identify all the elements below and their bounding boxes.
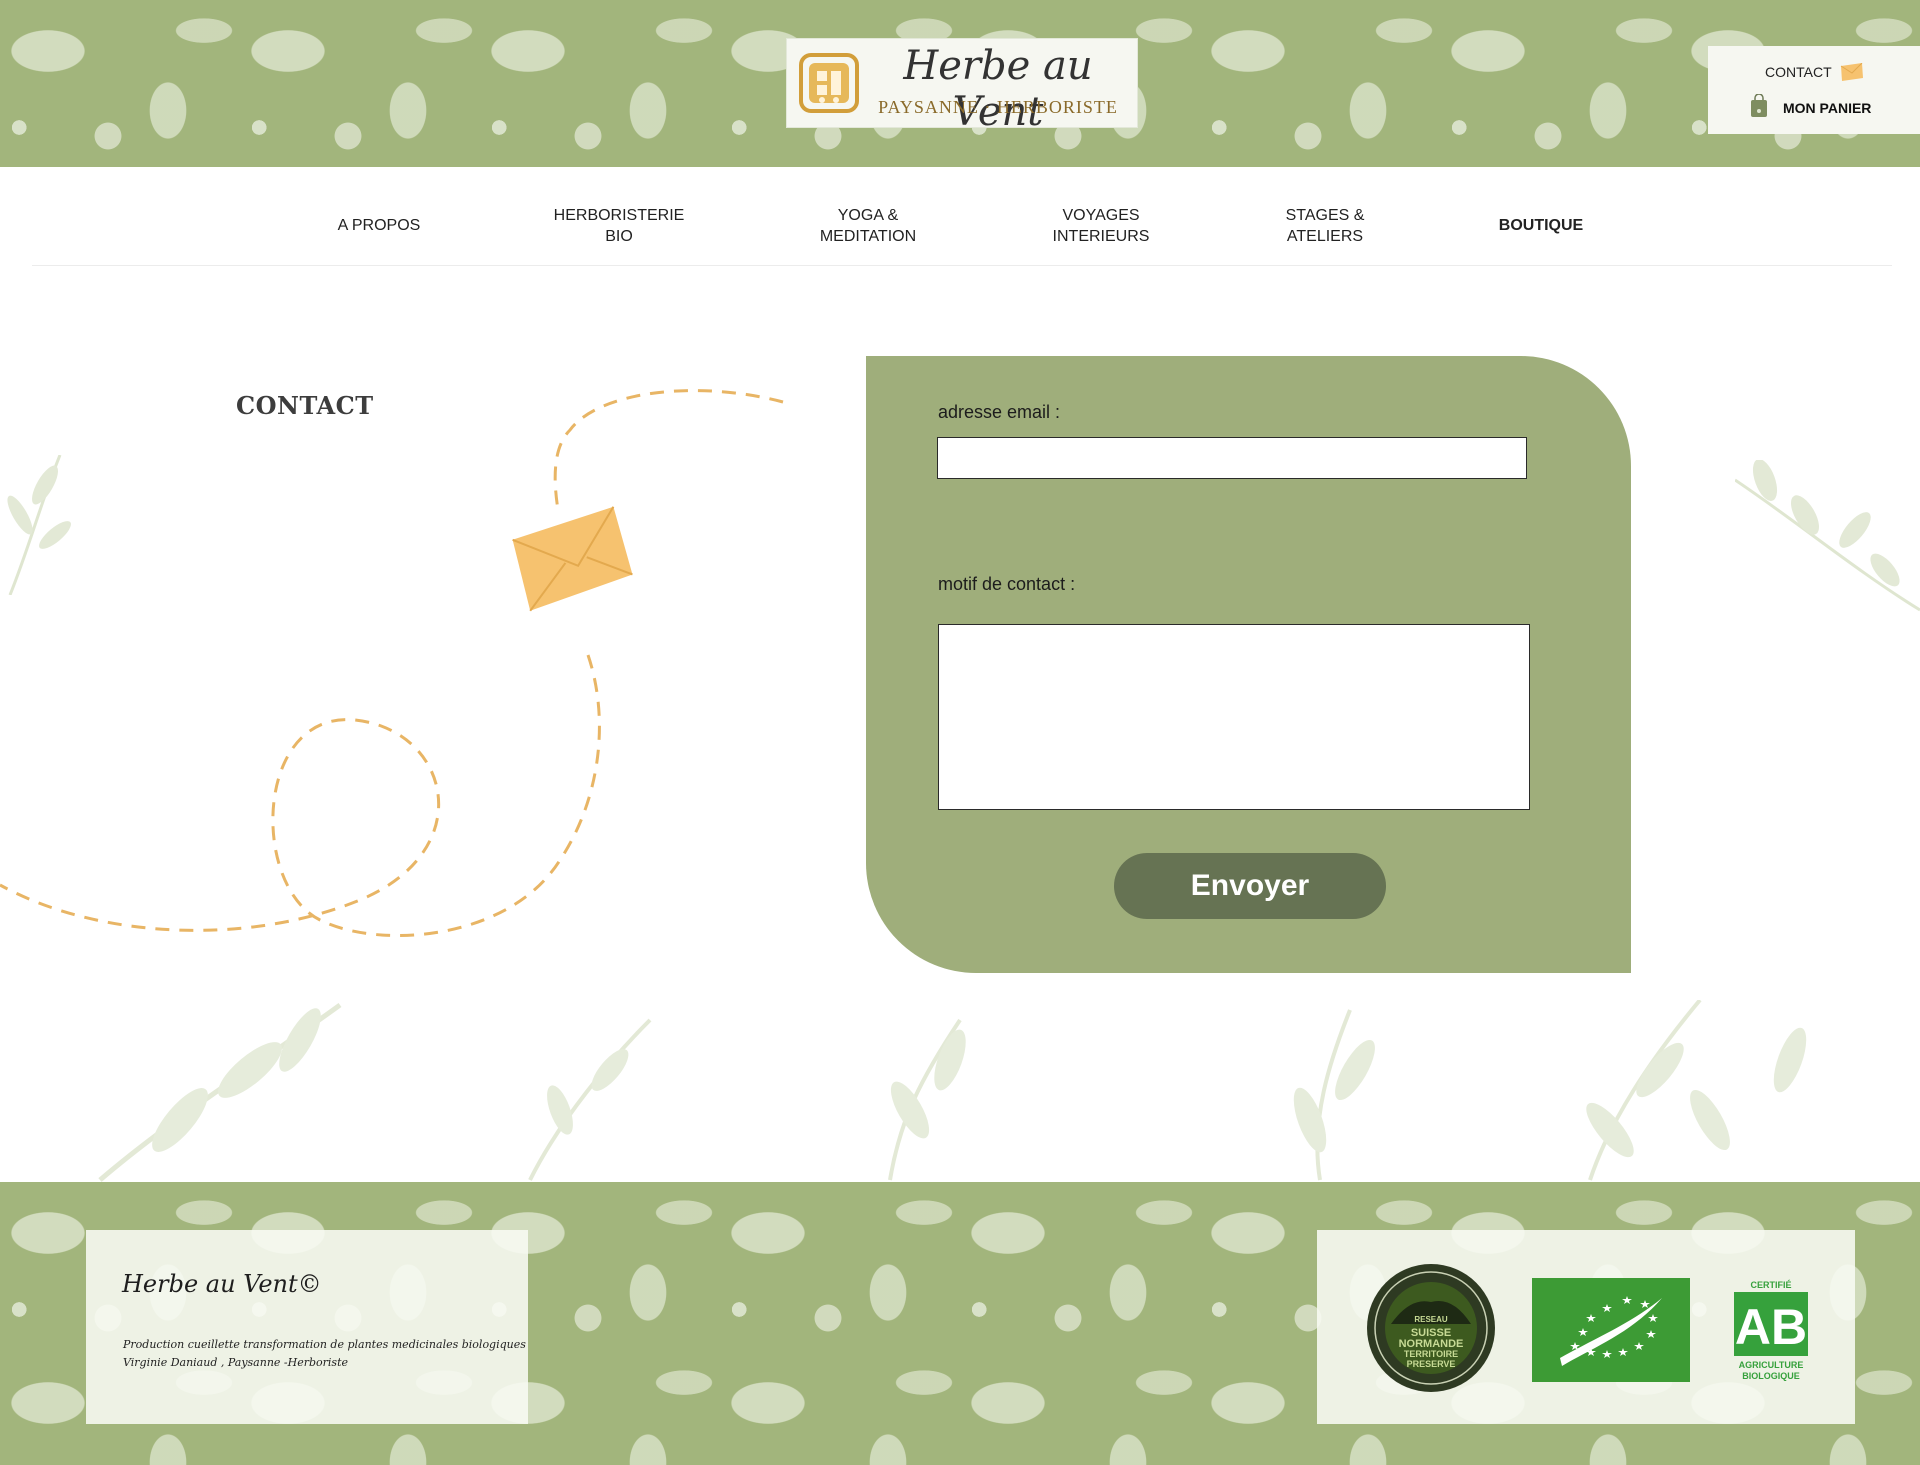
nav-label-line2: ATELIERS (1286, 228, 1364, 245)
nav-label: YOGA & (837, 207, 899, 224)
leaf-decoration-right (1735, 460, 1920, 612)
contact-form: adresse email : motif de contact : Envoy… (866, 356, 1631, 973)
send-button[interactable]: Envoyer (1114, 853, 1386, 919)
site-logo[interactable]: Herbe au Vent PAYSANNE · HERBORISTE (786, 38, 1138, 135)
footer-brand: Herbe au Vent© (122, 1270, 322, 1298)
logo-tagline: PAYSANNE · HERBORISTE (878, 97, 1118, 117)
envelope-icon (512, 506, 633, 612)
nav-label-line2: INTERIEURS (1052, 228, 1150, 245)
nav-item-herboristerie[interactable]: HERBORISTERIE BIO (554, 205, 685, 247)
nav-item-yoga[interactable]: YOGA & MEDITATION (820, 205, 916, 247)
envelope-icon[interactable] (1840, 63, 1864, 81)
nav-item-a-propos[interactable]: A PROPOS (338, 215, 421, 236)
nav-item-boutique[interactable]: BOUTIQUE (1499, 215, 1583, 236)
footer-description: Production cueillette transformation de … (123, 1338, 526, 1351)
nav-label-line2: MEDITATION (819, 228, 917, 245)
ab-bottom: BIOLOGIQUE (1742, 1371, 1800, 1381)
nav-label: HERBORISTERIE (553, 207, 685, 224)
nav-label: VOYAGES (1062, 207, 1140, 224)
main-navigation: A PROPOS HERBORISTERIE BIO YOGA & MEDITA… (32, 167, 1892, 266)
nav-label: BOUTIQUE (1498, 217, 1584, 234)
motif-textarea[interactable] (938, 624, 1530, 810)
certification-labels: RESEAU SUISSE NORMANDE TERRITOIRE PRESER… (1317, 1230, 1855, 1424)
ab-letters: AB (1735, 1299, 1807, 1355)
email-label: adresse email : (938, 402, 1061, 422)
motif-label: motif de contact : (938, 574, 1076, 594)
contact-link[interactable]: CONTACT (1765, 64, 1832, 80)
nav-item-stages[interactable]: STAGES & ATELIERS (1286, 205, 1365, 247)
footer-info-card: Herbe au Vent© Production cueillette tra… (86, 1230, 528, 1424)
logo-emblem-icon (799, 53, 859, 113)
shopping-bag-icon[interactable] (1750, 94, 1768, 118)
seal-top: RESEAU (1414, 1315, 1448, 1324)
seal-line: TERRITOIRE (1404, 1349, 1458, 1359)
nav-item-voyages[interactable]: VOYAGES INTERIEURS (1053, 205, 1150, 247)
logo-name: Herbe au Vent (903, 43, 1093, 135)
eu-organic-logo (1532, 1278, 1690, 1382)
cart-link[interactable]: MON PANIER (1783, 100, 1871, 116)
email-field[interactable] (937, 437, 1527, 479)
seal-line: PRESERVE (1407, 1359, 1456, 1369)
nav-label: A PROPOS (337, 217, 421, 234)
footer: Herbe au Vent© Production cueillette tra… (0, 1182, 1920, 1465)
ab-organic-logo: CERTIFIÉ AB AGRICULTURE BIOLOGIQUE (1734, 1280, 1808, 1381)
nav-label: STAGES & (1285, 207, 1365, 224)
footer-owner: Virginie Daniaud , Paysanne -Herboriste (123, 1356, 349, 1369)
ab-certified: CERTIFIÉ (1750, 1280, 1791, 1290)
envelope-flight-illustration (0, 389, 784, 938)
quick-links: CONTACT MON PANIER (1708, 46, 1920, 134)
leaf-decoration-bottom (98, 1000, 1807, 1182)
header-banner: Herbe au Vent PAYSANNE · HERBORISTE CONT… (0, 0, 1920, 167)
nav-label-line2: BIO (605, 228, 633, 245)
ab-bottom: AGRICULTURE (1739, 1360, 1804, 1370)
network-seal-logo: RESEAU SUISSE NORMANDE TERRITOIRE PRESER… (1367, 1264, 1495, 1392)
